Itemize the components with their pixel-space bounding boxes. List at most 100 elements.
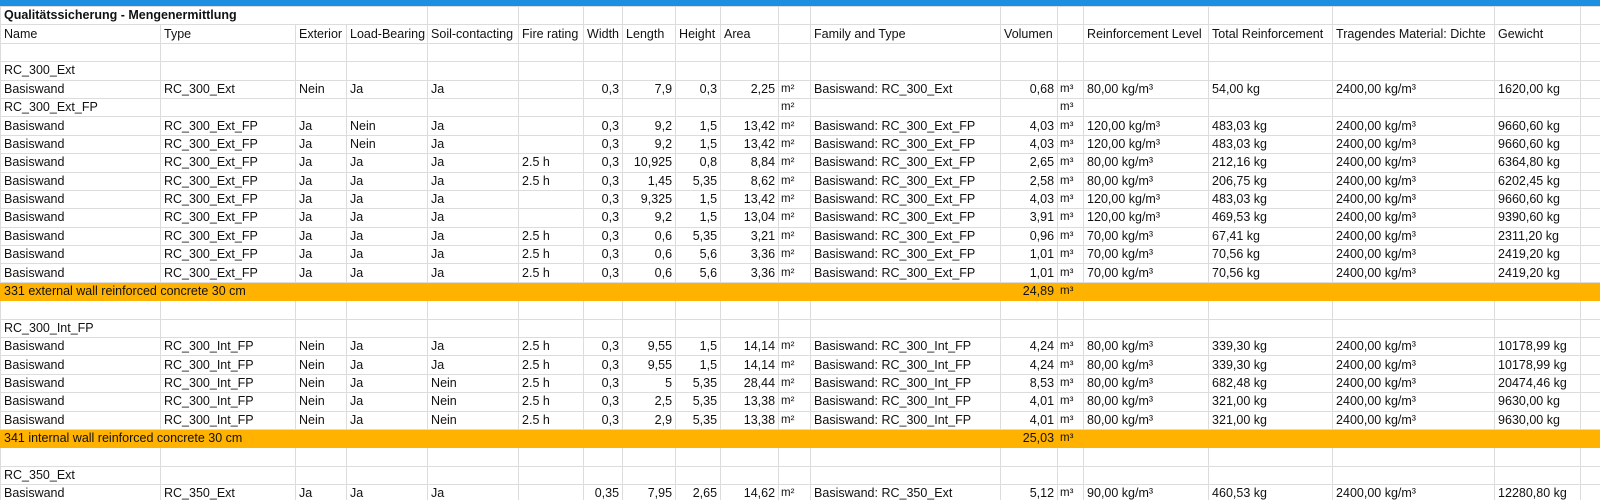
cell[interactable]: m² [778,263,812,283]
cell[interactable]: Basiswand [0,373,161,394]
cell[interactable]: 1,5 [675,337,722,357]
cell[interactable] [1494,300,1582,320]
cell[interactable]: 5,12 [1000,484,1059,500]
cell[interactable]: 0,6 [622,245,677,265]
cell[interactable] [583,318,624,339]
cell[interactable]: Ja [345,355,429,375]
cell[interactable] [1057,318,1085,339]
cell[interactable] [583,465,624,486]
total-label[interactable]: 331 external wall reinforced concrete 30… [0,281,520,302]
cell[interactable] [778,300,812,320]
cell[interactable]: Ja [295,226,347,247]
cell[interactable] [1494,447,1582,467]
cell[interactable]: RC_300_Int_FP [160,392,296,412]
column-header[interactable]: Area [720,24,780,44]
cell[interactable] [778,281,812,302]
cell[interactable] [675,318,722,339]
cell[interactable] [1083,42,1210,63]
cell[interactable]: 4,01 [1000,392,1059,412]
cell[interactable] [1057,61,1085,81]
cell[interactable]: m³ [1057,410,1085,430]
cell[interactable]: 321,00 kg [1208,392,1334,412]
cell[interactable]: Basiswand [0,208,161,228]
cell[interactable]: m³ [1057,263,1085,283]
cell[interactable]: 9630,00 kg [1494,392,1582,412]
cell[interactable] [1208,465,1334,486]
cell[interactable]: m³ [1057,208,1085,228]
cell[interactable]: 80,00 kg/m³ [1083,337,1210,357]
cell[interactable]: m² [778,484,812,500]
cell[interactable]: Basiswand: RC_300_Ext_FP [810,208,1002,228]
cell[interactable] [1580,153,1600,173]
column-header[interactable]: Tragendes Material: Dichte [1332,24,1496,44]
cell[interactable]: Basiswand: RC_300_Ext_FP [810,263,1002,283]
cell[interactable]: 80,00 kg/m³ [1083,355,1210,375]
cell[interactable] [1208,281,1334,302]
cell[interactable]: Ja [345,337,429,357]
cell[interactable]: m² [778,226,812,247]
total-label[interactable]: 341 internal wall reinforced concrete 30… [0,428,520,449]
cell[interactable]: 120,00 kg/m³ [1083,134,1210,155]
cell[interactable]: 2311,20 kg [1494,226,1582,247]
cell[interactable] [295,300,347,320]
cell[interactable]: 9390,60 kg [1494,208,1582,228]
cell[interactable]: 2.5 h [518,392,585,412]
cell[interactable]: RC_300_Ext_FP [160,134,296,155]
cell[interactable]: 2,65 [1000,153,1059,173]
cell[interactable]: m² [778,79,812,99]
cell[interactable]: Basiswand: RC_300_Int_FP [810,410,1002,430]
cell[interactable]: Ja [427,226,520,247]
cell[interactable]: Basiswand [0,171,161,191]
cell[interactable] [1580,484,1600,500]
cell[interactable]: 14,14 [720,337,780,357]
cell[interactable]: m² [778,171,812,191]
cell[interactable]: Ja [427,134,520,155]
cell[interactable]: 1,5 [675,134,722,155]
cell[interactable] [1580,208,1600,228]
cell[interactable]: 2.5 h [518,263,585,283]
column-header[interactable]: Soil-contacting [427,24,520,44]
cell[interactable]: RC_300_Ext [0,61,161,81]
cell[interactable]: 6202,45 kg [1494,171,1582,191]
cell[interactable]: m² [778,410,812,430]
cell[interactable]: 0,35 [583,484,624,500]
cell[interactable] [675,300,722,320]
cell[interactable]: m³ [1057,116,1085,136]
cell[interactable] [1000,42,1059,63]
cell[interactable] [1208,428,1334,449]
cell[interactable]: 5,35 [675,226,722,247]
cell[interactable]: 2400,00 kg/m³ [1332,355,1496,375]
cell[interactable]: Nein [427,410,520,430]
cell[interactable] [0,447,161,467]
column-header[interactable]: Volumen [1000,24,1059,44]
cell[interactable]: Ja [345,79,429,99]
cell[interactable]: Ja [295,171,347,191]
cell[interactable]: Basiswand: RC_300_Ext_FP [810,153,1002,173]
cell[interactable]: 120,00 kg/m³ [1083,208,1210,228]
cell[interactable]: 3,36 [720,263,780,283]
cell[interactable] [778,428,812,449]
cell[interactable] [518,42,585,63]
cell[interactable]: 9630,00 kg [1494,410,1582,430]
cell[interactable]: 0,3 [583,153,624,173]
cell[interactable]: m² [778,337,812,357]
cell[interactable] [1494,42,1582,63]
cell[interactable] [1332,42,1496,63]
cell[interactable]: 2,58 [1000,171,1059,191]
cell[interactable]: 2400,00 kg/m³ [1332,189,1496,210]
cell[interactable]: 8,84 [720,153,780,173]
cell[interactable]: Basiswand: RC_300_Ext_FP [810,116,1002,136]
cell[interactable] [622,465,677,486]
cell[interactable]: 120,00 kg/m³ [1083,116,1210,136]
cell[interactable] [1000,318,1059,339]
cell[interactable]: 67,41 kg [1208,226,1334,247]
cell[interactable] [1332,447,1496,467]
cell[interactable] [295,465,347,486]
cell[interactable]: 0,3 [583,208,624,228]
cell[interactable] [295,318,347,339]
cell[interactable] [810,300,1002,320]
cell[interactable]: m² [778,116,812,136]
cell[interactable]: Basiswand: RC_300_Int_FP [810,392,1002,412]
cell[interactable] [1494,465,1582,486]
cell[interactable]: 2,5 [622,392,677,412]
